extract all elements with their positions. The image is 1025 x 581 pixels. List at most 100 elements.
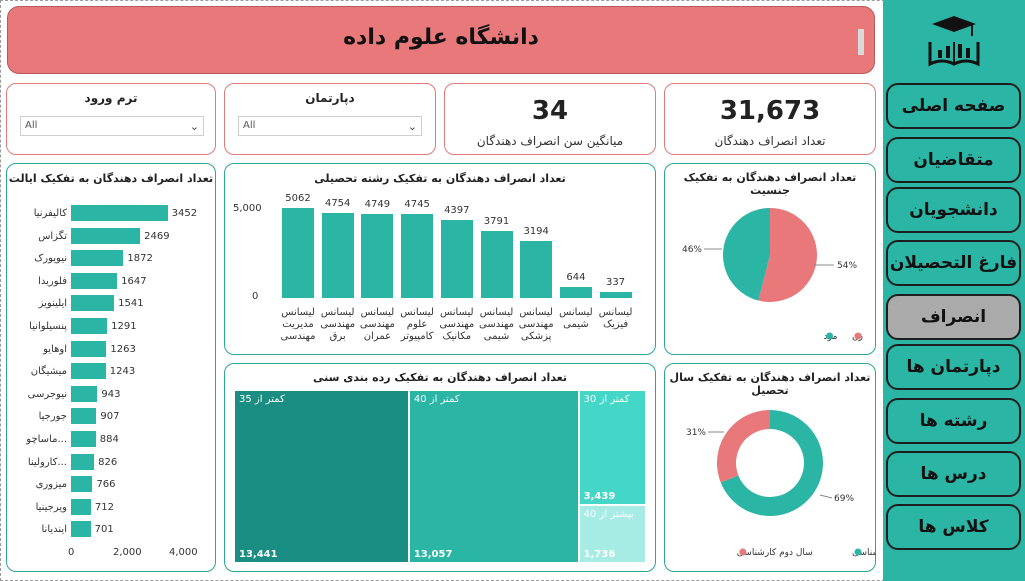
category-line: لیسانس xyxy=(598,307,633,318)
kpi-avg-age-label: میانگین سن انصراف دهندگان xyxy=(476,134,624,148)
treemap-cell-value: 1,736 xyxy=(583,548,616,560)
state-label: جورجیا xyxy=(38,411,67,423)
year-donut: 69%31%سال اول کارشناسیسال دوم کارشناسی xyxy=(686,410,876,558)
kpi-avg-age-card: 34 میانگین سن انصراف دهندگان xyxy=(444,83,656,155)
major-category-label: لیسانس علوم کامپیوتر xyxy=(395,307,439,343)
donut-slice xyxy=(717,410,770,483)
treemap-cell-value: 3,439 xyxy=(583,490,616,502)
state-label: ...ماساچو xyxy=(26,434,67,445)
y-tick-label: 5,000 xyxy=(233,203,262,215)
state-value-label: 943 xyxy=(101,388,121,400)
treemap-cell-label: کمتر از 40 xyxy=(413,394,460,405)
legend-dot xyxy=(739,548,747,556)
state-bar xyxy=(71,272,118,289)
major-value-label: 4397 xyxy=(444,204,470,216)
major-chart-title: تعداد انصراف دهندگان به تفکیک رشته تحصیل… xyxy=(314,172,566,185)
major-category-label: لیسانس مهندسی پزشکی xyxy=(514,307,558,343)
category-line: لیسانس xyxy=(440,307,474,318)
kpi-avg-age-value: 34 xyxy=(531,96,569,126)
nav-button[interactable]: دانشجویان xyxy=(886,187,1021,233)
state-value-label: 2469 xyxy=(144,230,170,242)
state-bar xyxy=(71,453,95,470)
state-chart-title: تعداد انصراف دهندگان به تفکیک ایالت xyxy=(8,172,214,185)
department-dropdown[interactable]: All ⌄ xyxy=(238,116,422,136)
category-line: لیسانس xyxy=(559,307,593,318)
category-line: لیسانس xyxy=(400,307,434,318)
nav-button[interactable]: متقاضیان xyxy=(886,137,1021,183)
chevron-down-icon: ⌄ xyxy=(407,120,417,133)
category-line: لیسانس xyxy=(479,307,514,318)
legend-dot xyxy=(826,332,834,340)
nav-button[interactable]: صفحه اصلی xyxy=(886,83,1021,129)
slice-percent-label: 46% xyxy=(682,245,702,255)
treemap-cell-value: 13,441 xyxy=(239,549,278,560)
category-line: لیسانس xyxy=(320,307,355,318)
major-value-label: 3194 xyxy=(523,226,549,238)
slice-percent-label: 69% xyxy=(834,494,854,504)
state-value-label: 3452 xyxy=(171,208,198,219)
state-value-label: 766 xyxy=(96,479,116,491)
major-value-label: 644 xyxy=(566,271,586,283)
treemap-cell: کمتر از 40 13,057 xyxy=(408,390,579,563)
x-tick-label: 2,000 xyxy=(113,547,142,558)
state-bar xyxy=(71,476,93,493)
state-label: ایندیانا xyxy=(41,524,68,536)
category-line: مدیریت xyxy=(282,319,314,330)
major-bar xyxy=(361,213,394,298)
nav-button[interactable]: درس ها xyxy=(886,451,1021,497)
state-value-label: 712 xyxy=(94,501,115,513)
state-value-label: 701 xyxy=(94,524,114,536)
treemap-cell: بیشتر از 40 1,736 xyxy=(578,504,646,563)
treemap-cell-label: کمتر از 30 xyxy=(583,394,630,405)
state-label: نیوجرسی xyxy=(27,388,67,400)
state-label: نیویورک xyxy=(34,253,67,265)
department-dropdown-value: All xyxy=(243,120,256,131)
state-bar xyxy=(71,318,108,334)
major-value-label: 4749 xyxy=(364,198,391,210)
major-category-label: لیسانس مهندسی عمران xyxy=(355,307,399,343)
state-value-label: 1647 xyxy=(121,275,147,287)
nav-button[interactable]: رشته ها xyxy=(886,398,1021,444)
major-category-label: لیسانس مهندسی مکانیک xyxy=(435,307,479,343)
state-label: ...کارولینا xyxy=(27,456,67,468)
kpi-dropouts-value: 31,673 xyxy=(719,96,821,126)
state-label: اوهایو xyxy=(43,343,67,355)
category-line: علوم xyxy=(406,319,428,330)
state-label: پنسیلوانیا xyxy=(29,321,67,332)
category-line: برق xyxy=(329,331,346,342)
category-line: پزشکی xyxy=(520,331,552,342)
legend-label: سال دوم کارشناسی xyxy=(737,548,813,558)
state-value-label: 1263 xyxy=(110,343,136,355)
nav-button[interactable]: دپارتمان ها xyxy=(886,344,1021,390)
header-banner: دانشگاه علوم داده xyxy=(7,6,875,74)
chevron-down-icon: ⌄ xyxy=(189,120,199,133)
age-treemap-title: تعداد انصراف دهندگان به تفکیک رده بندی س… xyxy=(312,371,568,384)
x-tick-label: 0 xyxy=(68,547,75,558)
state-bar xyxy=(71,227,141,244)
nav-button[interactable]: انصراف دهندگان xyxy=(886,294,1021,369)
category-line: شیمی xyxy=(483,331,510,342)
nav-button[interactable]: فارغ التحصیلان xyxy=(886,240,1021,286)
entry-term-dropdown[interactable]: All ⌄ xyxy=(20,116,204,136)
state-value-label: 1872 xyxy=(127,253,153,265)
gender-pie: 54%46%زنمرد xyxy=(682,208,863,342)
category-line: مهندسی xyxy=(359,319,395,330)
state-bar xyxy=(71,498,91,515)
state-bar xyxy=(71,431,96,447)
category-line: عمران xyxy=(363,331,392,342)
department-slicer: دپارتمان All ⌄ xyxy=(224,83,436,155)
graduation-book-icon xyxy=(924,12,984,72)
major-value-label: 4754 xyxy=(324,198,351,210)
major-category-label: لیسانس شیمی xyxy=(554,307,598,331)
nav-button[interactable]: کلاس ها xyxy=(886,504,1021,550)
major-bar xyxy=(480,230,513,298)
state-bar xyxy=(71,205,168,221)
major-category-label: لیسانس مدیریت مهندسی xyxy=(276,307,320,343)
department-slicer-title: دپارتمان xyxy=(305,91,355,105)
major-bar xyxy=(321,213,354,298)
major-category-label: لیسانس مهندسی برق xyxy=(316,307,360,343)
entry-term-slicer: ترم ورود All ⌄ xyxy=(6,83,216,155)
major-value-label: 4745 xyxy=(404,198,430,210)
state-label: میشیگان xyxy=(30,366,67,378)
state-label: میزوری xyxy=(35,479,67,491)
